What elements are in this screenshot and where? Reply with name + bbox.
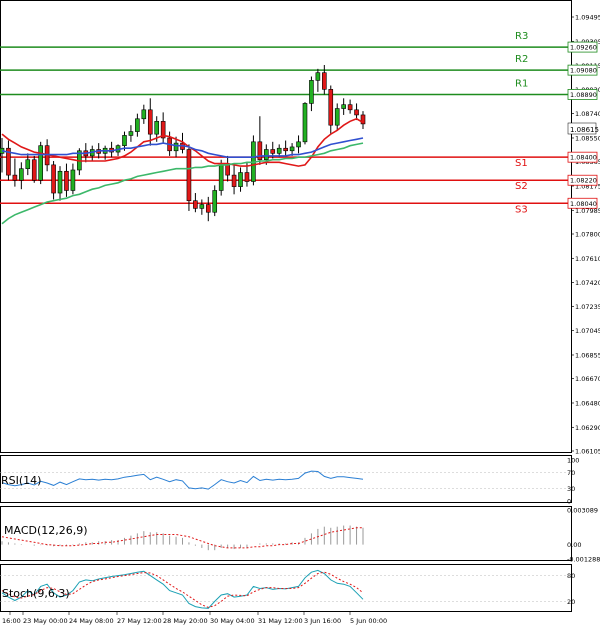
candle	[31, 155, 37, 183]
price-tick-label: 1.06670	[575, 375, 600, 383]
stoch-tick-label: 20	[567, 598, 575, 606]
x-tick-label: 28 May 20:00	[163, 617, 208, 625]
price-tick-label: 1.07235	[575, 303, 600, 311]
price-tick-label: 1.06290	[575, 424, 600, 432]
macd-tick-label: 0.00	[567, 541, 581, 549]
candle	[251, 135, 256, 186]
level-value-s3: 1.08040	[570, 200, 597, 208]
candle	[186, 144, 192, 211]
level-name-s3: S3	[515, 204, 528, 215]
x-tick-label: 3 Jun 16:00	[304, 617, 341, 625]
last-price-label: 1.08615	[570, 126, 599, 134]
x-tick-label: 16:00	[2, 617, 21, 625]
rsi-tick-label: 30	[567, 485, 575, 493]
x-tick-label: 24 May 08:00	[69, 617, 114, 625]
level-value-r3: 1.09260	[570, 44, 597, 52]
price-tick-label: 1.08740	[575, 110, 600, 118]
price-tick-label: 1.07045	[575, 327, 600, 335]
rsi-tick-label: 0	[567, 498, 571, 506]
level-value-s1: 1.08400	[570, 154, 597, 162]
candle	[38, 141, 43, 185]
price-tick-label: 1.06855	[575, 351, 600, 359]
rsi-panel-frame	[0, 455, 572, 503]
level-name-s1: S1	[515, 158, 528, 169]
level-name-s2: S2	[515, 181, 528, 192]
x-tick-label: 23 May 00:00	[23, 617, 68, 625]
price-tick-label: 1.06480	[575, 399, 600, 407]
stoch-tick-label: 80	[567, 572, 575, 580]
level-name-r3: R3	[515, 31, 528, 42]
trading-chart: 1.094951.093051.091151.089301.087401.085…	[0, 0, 600, 625]
price-tick-label: 1.07610	[575, 255, 600, 263]
price-tick-label: 1.08550	[575, 134, 600, 142]
level-name-r2: R2	[515, 54, 528, 65]
stoch-label: Stoch(9,6,3)	[2, 587, 70, 600]
candle	[302, 102, 308, 145]
x-tick-label: 27 May 12:00	[117, 617, 162, 625]
price-tick-label: 1.07800	[575, 231, 600, 239]
x-tick-label: 5 Jun 00:00	[350, 617, 387, 625]
level-value-s2: 1.08220	[570, 177, 597, 185]
x-tick-label: 31 May 12:00	[258, 617, 303, 625]
macd-label: MACD(12,26,9)	[4, 524, 88, 537]
price-tick-label: 1.09495	[575, 14, 600, 22]
rsi-tick-label: 100	[567, 457, 579, 465]
macd-tick-label: 0.003089	[567, 507, 598, 515]
rsi-tick-label: 70	[567, 469, 575, 477]
rsi-label: RSI(14)	[1, 474, 41, 487]
level-value-r2: 1.09080	[570, 67, 597, 75]
macd-tick-label: -0.001288	[567, 556, 600, 564]
level-value-r1: 1.08890	[570, 91, 597, 99]
price-tick-label: 1.06105	[575, 448, 600, 456]
x-tick-label: 30 May 04:00	[210, 617, 255, 625]
price-tick-label: 1.07420	[575, 279, 600, 287]
main-panel-frame	[0, 0, 572, 453]
level-name-r1: R1	[515, 78, 528, 89]
